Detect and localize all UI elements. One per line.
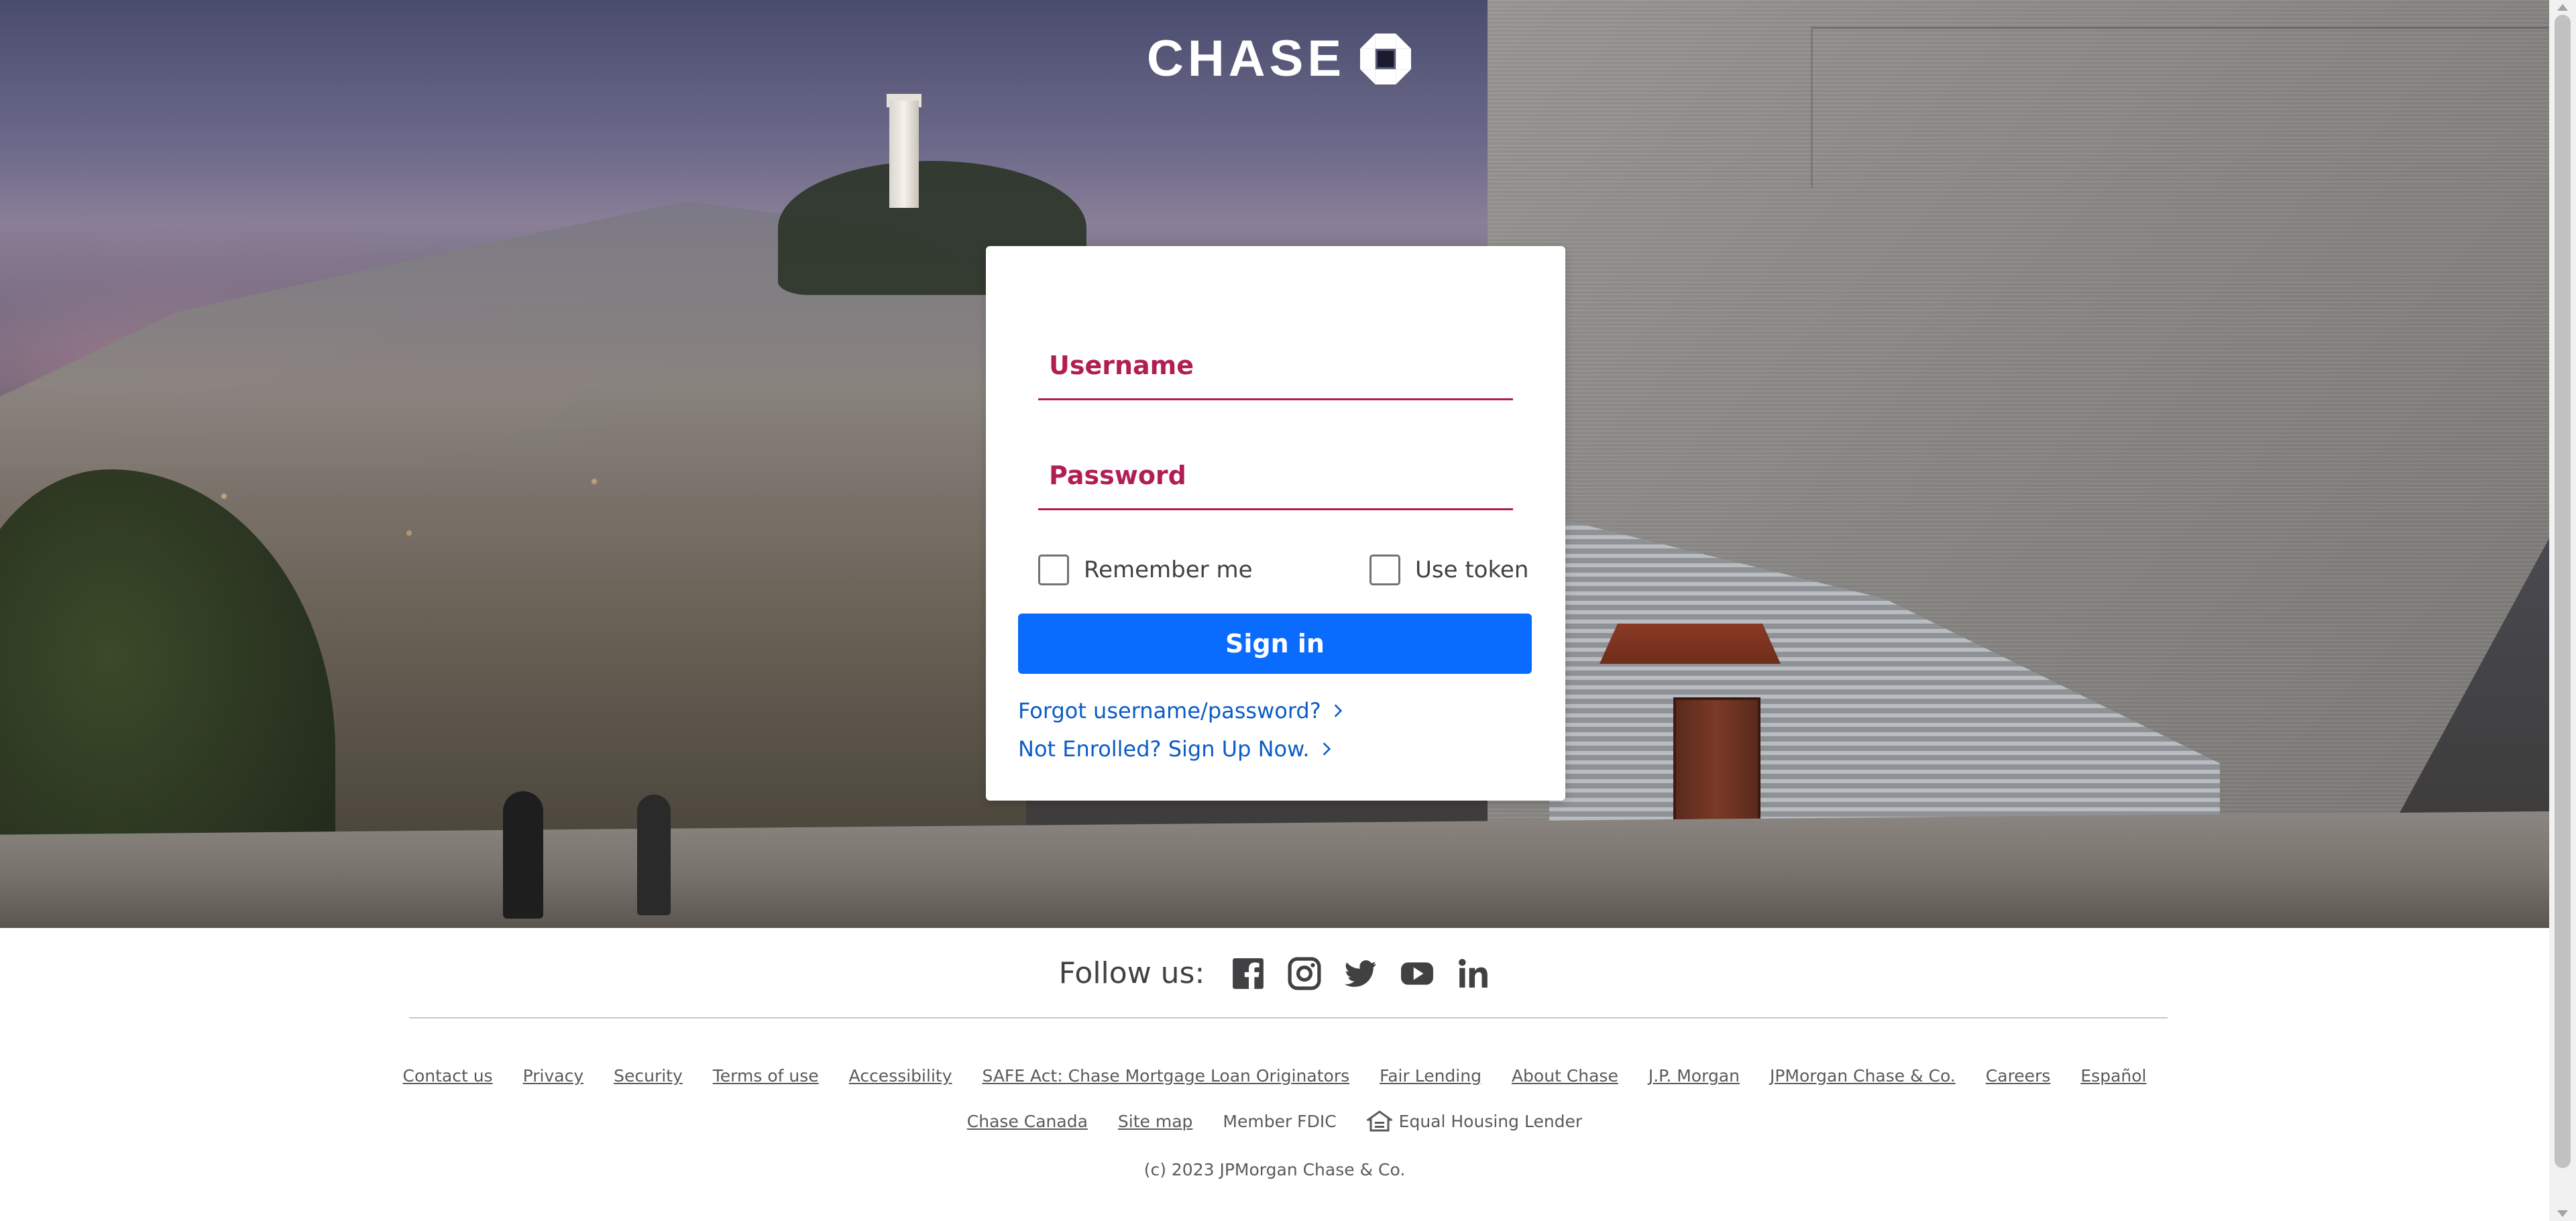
sign-in-button[interactable]: Sign in — [1018, 614, 1532, 674]
use-token-option[interactable]: Use token — [1369, 555, 1528, 585]
scrollbar-thumb[interactable] — [2555, 15, 2571, 1168]
follow-us-label: Follow us: — [1058, 956, 1205, 990]
forgot-credentials-label: Forgot username/password? — [1018, 698, 1321, 723]
remember-me-label: Remember me — [1084, 557, 1253, 583]
hero-person — [503, 791, 543, 919]
password-input[interactable] — [1038, 455, 1513, 508]
password-field-container — [1038, 455, 1513, 510]
use-token-checkbox[interactable] — [1369, 555, 1400, 585]
youtube-icon[interactable] — [1400, 957, 1434, 990]
footer-link-security[interactable]: Security — [614, 1066, 683, 1086]
chevron-right-icon — [1334, 704, 1342, 717]
footer-link-jp-morgan[interactable]: J.P. Morgan — [1648, 1066, 1740, 1086]
hero-wall-panel — [1811, 27, 2549, 188]
chevron-right-icon — [1323, 742, 1331, 756]
footer-link-safe-act[interactable]: SAFE Act: Chase Mortgage Loan Originator… — [983, 1066, 1350, 1086]
footer-link-careers[interactable]: Careers — [1986, 1066, 2051, 1086]
chase-octagon-icon — [1360, 34, 1412, 84]
copyright-text: (c) 2023 JPMorgan Chase & Co. — [1143, 1160, 1406, 1179]
chase-logo[interactable]: CHASE — [1147, 30, 1412, 87]
footer-link-chase-canada[interactable]: Chase Canada — [967, 1112, 1088, 1131]
enroll-link[interactable]: Not Enrolled? Sign Up Now. — [1018, 736, 1335, 762]
footer-link-contact-us[interactable]: Contact us — [403, 1066, 493, 1086]
footer-link-accessibility[interactable]: Accessibility — [849, 1066, 952, 1086]
footer-link-terms-of-use[interactable]: Terms of use — [713, 1066, 819, 1086]
hero-coit-tower — [889, 101, 919, 208]
page: CHASE Remember me Use token Sig — [0, 0, 2576, 1221]
footer-link-privacy[interactable]: Privacy — [523, 1066, 584, 1086]
footer-link-jpmorgan-chase-co[interactable]: JPMorgan Chase & Co. — [1770, 1066, 1956, 1086]
footer-divider — [409, 1017, 2168, 1019]
equal-housing-lender: Equal Housing Lender — [1366, 1110, 1583, 1132]
forgot-credentials-link[interactable]: Forgot username/password? — [1018, 698, 1347, 723]
scroll-up-arrow-icon[interactable] — [2557, 4, 2568, 11]
member-fdic-text: Member FDIC — [1223, 1111, 1337, 1131]
equal-housing-icon — [1366, 1110, 1392, 1132]
enroll-label: Not Enrolled? Sign Up Now. — [1018, 736, 1310, 762]
remember-me-checkbox[interactable] — [1038, 555, 1069, 585]
follow-us-bar: Follow us: — [0, 956, 2549, 990]
footer-link-fair-lending[interactable]: Fair Lending — [1380, 1066, 1481, 1086]
facebook-icon[interactable] — [1231, 957, 1265, 990]
username-input[interactable] — [1038, 345, 1513, 398]
instagram-icon[interactable] — [1288, 957, 1321, 990]
hero-person — [637, 795, 671, 915]
remember-me-option[interactable]: Remember me — [1038, 555, 1253, 585]
use-token-label: Use token — [1415, 557, 1529, 583]
footer-links-row-1: Contact us Privacy Security Terms of use… — [0, 1066, 2549, 1086]
username-field-container — [1038, 345, 1513, 400]
footer-links-row-2: Chase Canada Site map Member FDIC Equal … — [0, 1110, 2549, 1132]
footer-link-espanol[interactable]: Español — [2080, 1066, 2146, 1086]
vertical-scrollbar[interactable] — [2549, 0, 2576, 1221]
linkedin-icon[interactable] — [1457, 957, 1490, 990]
logo-text: CHASE — [1147, 30, 1346, 87]
scroll-down-arrow-icon[interactable] — [2557, 1210, 2568, 1217]
twitter-icon[interactable] — [1344, 957, 1378, 990]
login-card: Remember me Use token Sign in Forgot use… — [986, 246, 1565, 801]
equal-housing-label: Equal Housing Lender — [1398, 1111, 1583, 1131]
footer-link-site-map[interactable]: Site map — [1118, 1112, 1193, 1131]
footer-link-about-chase[interactable]: About Chase — [1512, 1066, 1618, 1086]
